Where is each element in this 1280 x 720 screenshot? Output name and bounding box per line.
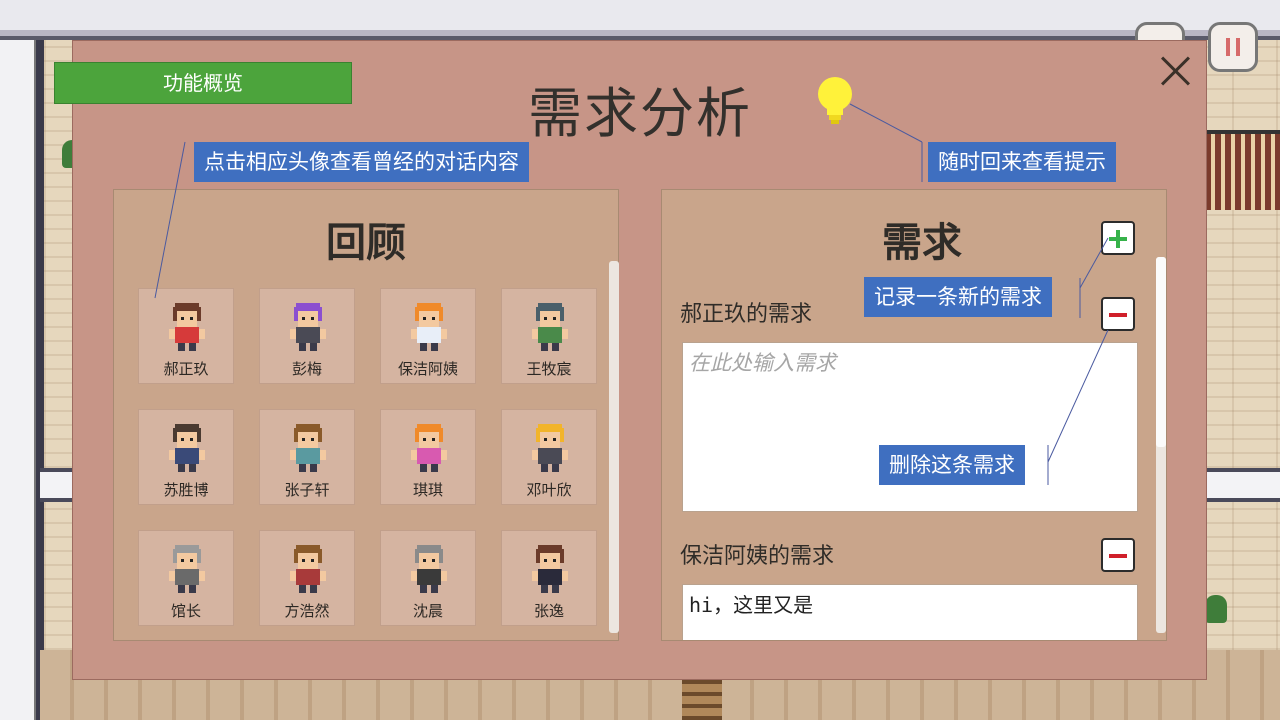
add-need-callout: 记录一条新的需求 [864,277,1052,317]
scene-plant [1205,595,1227,623]
avatar-name: 王牧宸 [526,360,572,378]
avatar-sprite [169,424,205,472]
review-panel: 回顾 郝正玖 彭梅 保洁阿姨 王牧宸苏胜博 张子轩 琪琪 邓叶欣馆长 方浩然 沈晨 张逸 [113,189,619,641]
avatar-name: 郝正玖 [163,360,209,378]
scene-shelf [1205,130,1280,210]
avatar-name: 馆长 [170,602,201,620]
avatar-name: 方浩然 [284,602,330,620]
delete-need-button[interactable] [1101,538,1135,572]
needs-scrollbar[interactable] [1156,257,1166,633]
character-avatar[interactable]: 张逸 [501,530,597,626]
character-avatar[interactable]: 邓叶欣 [501,409,597,505]
avatar-name: 邓叶欣 [526,481,572,499]
review-panel-title: 回顾 [326,220,406,266]
needs-scrollbar-thumb[interactable] [1156,257,1166,447]
character-avatar[interactable]: 馆长 [138,530,234,626]
character-avatar[interactable]: 方浩然 [259,530,355,626]
avatar-name: 张子轩 [284,481,330,499]
review-scrollbar[interactable] [609,261,619,633]
avatar-sprite [290,545,326,593]
add-need-button[interactable] [1101,221,1135,255]
scene-left-post [36,0,44,720]
avatar-name: 琪琪 [412,481,443,499]
delete-need-button[interactable] [1101,297,1135,331]
character-avatar[interactable]: 保洁阿姨 [380,288,476,384]
need-label: 保洁阿姨的需求 [680,544,835,569]
avatar-sprite [532,545,568,593]
avatar-sprite [290,303,326,351]
need-placeholder: 在此处输入需求 [689,351,836,375]
avatar-sprite [290,424,326,472]
tips-callout: 随时回来查看提示 [928,142,1116,182]
avatar-name: 苏胜博 [163,481,209,499]
need-value: hi，这里又是 [689,593,814,617]
need-label: 郝正玖的需求 [680,302,813,327]
avatar-name: 彭梅 [291,360,322,378]
avatar-name: 张逸 [533,602,564,620]
avatar-sprite [411,303,447,351]
close-icon[interactable] [1159,54,1193,88]
character-avatar[interactable]: 沈晨 [380,530,476,626]
avatar-name: 保洁阿姨 [397,360,458,378]
scene-left-wall [0,0,36,720]
overview-tag: 功能概览 [54,62,352,104]
pause-button[interactable] [1208,22,1258,72]
dialog-title: 需求分析 [528,82,752,145]
avatar-sprite [169,303,205,351]
character-avatar[interactable]: 琪琪 [380,409,476,505]
character-avatar[interactable]: 郝正玖 [138,288,234,384]
avatar-sprite [532,303,568,351]
character-avatar[interactable]: 彭梅 [259,288,355,384]
avatar-sprite [169,545,205,593]
lightbulb-icon[interactable] [815,75,855,127]
avatar-sprite [411,424,447,472]
need-input[interactable]: 在此处输入需求 [682,342,1138,512]
character-avatar[interactable]: 张子轩 [259,409,355,505]
requirements-analysis-dialog: 需求分析 回顾 郝正玖 彭梅 保洁阿姨 王牧宸苏胜博 张子轩 琪琪 邓叶欣馆长 方浩然 沈晨 张逸… [72,40,1207,680]
need-input[interactable]: hi，这里又是 [682,584,1138,640]
avatar-sprite [411,545,447,593]
character-avatar[interactable]: 王牧宸 [501,288,597,384]
pause-icon [1226,38,1230,56]
avatar-callout: 点击相应头像查看曾经的对话内容 [194,142,529,182]
avatar-name: 沈晨 [412,602,443,620]
avatar-sprite [532,424,568,472]
pause-icon [1236,38,1240,56]
needs-panel: 需求 郝正玖的需求 在此处输入需求 保洁阿姨的需求 hi，这里又是 [661,189,1167,641]
needs-panel-title: 需求 [882,220,962,266]
character-avatar[interactable]: 苏胜博 [138,409,234,505]
scene-top-trim [0,30,1280,36]
delete-need-callout: 删除这条需求 [879,445,1025,485]
